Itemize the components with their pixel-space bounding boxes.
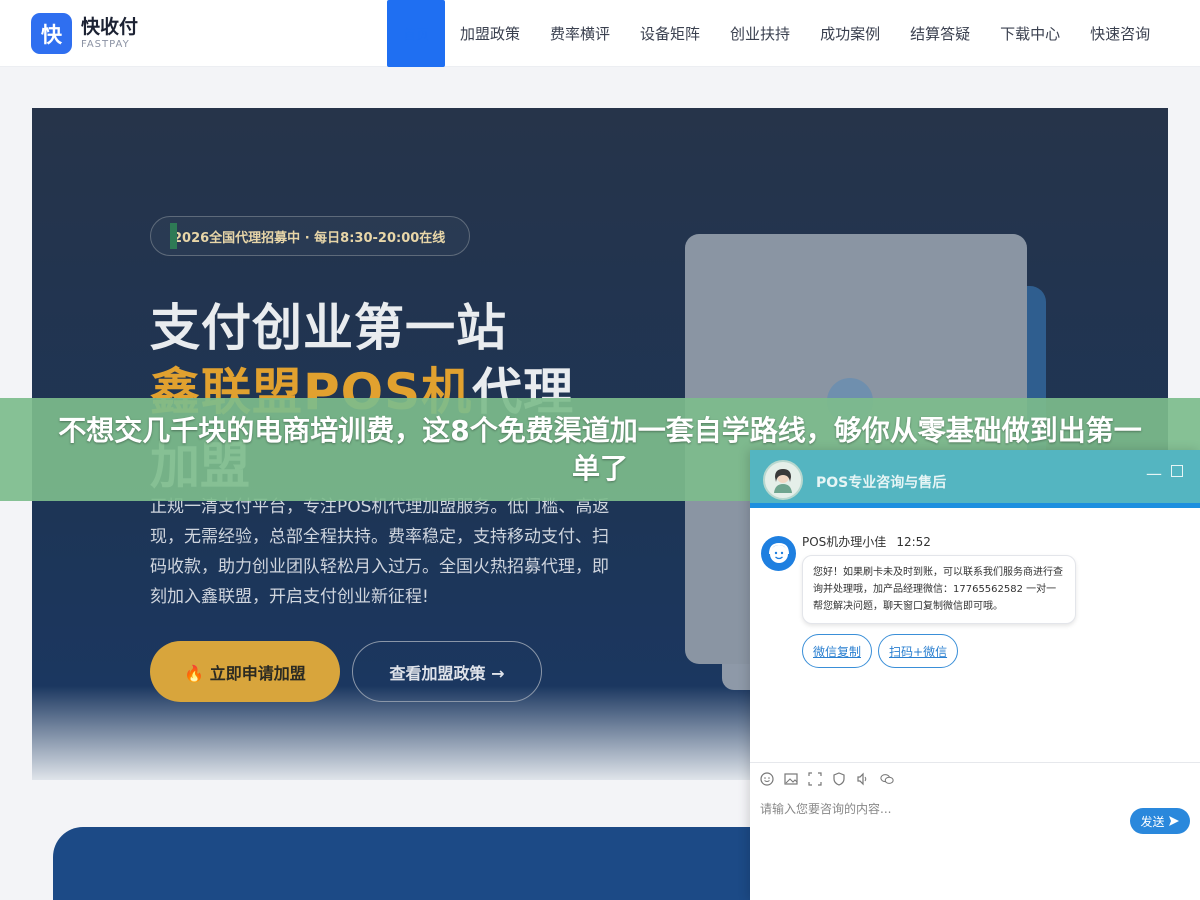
site-logo[interactable]: 快 快收付 FASTPAY — [31, 13, 138, 54]
wechat-icon[interactable] — [880, 772, 894, 786]
logo-name: 快收付 — [81, 15, 139, 38]
nav-franchise-policy[interactable]: 加盟政策 — [445, 0, 535, 67]
send-button[interactable]: 发送 — [1130, 808, 1190, 834]
agent-meta: POS机办理小佳 12:52 — [802, 533, 931, 550]
logo-text: 快收付 FASTPAY — [81, 15, 139, 50]
hero-description: 正规一清支付平台，专注POS机代理加盟服务。低门槛、高返现，无需经验，总部全程扶… — [150, 497, 610, 607]
emoji-icon[interactable] — [760, 771, 774, 786]
chat-header: POS专业咨询与售后 — — [750, 450, 1200, 508]
agent-message-bubble: 您好！如果刷卡未及时到账，可以联系我们服务商进行查询并处理哦，加产品经理微信：1… — [802, 555, 1076, 624]
message-time: 12:52 — [896, 535, 931, 549]
agent-avatar-icon — [761, 536, 796, 571]
image-icon[interactable] — [784, 772, 798, 786]
send-label: 发送 — [1140, 814, 1165, 829]
chat-title: POS专业咨询与售后 — [816, 475, 947, 491]
agent-name: POS机办理小佳 — [802, 535, 887, 549]
scan-wechat-button[interactable]: 扫码+微信 — [878, 634, 959, 668]
copy-wechat-button[interactable]: 微信复制 — [802, 634, 873, 668]
minimize-icon[interactable]: — — [1146, 464, 1162, 483]
screenshot-icon[interactable] — [808, 771, 822, 786]
sound-icon[interactable] — [856, 772, 870, 786]
nav-device-matrix[interactable]: 设备矩阵 — [625, 0, 715, 67]
logo-badge: 快 — [31, 13, 72, 54]
nav-rate-compare[interactable]: 费率横评 — [535, 0, 625, 67]
badge-dot-icon — [170, 223, 177, 249]
hero-recruit-badge: 2026全国代理招募中 · 每日8:30-20:00在线 — [150, 216, 471, 256]
send-arrow-icon — [1168, 816, 1179, 826]
chat-toolbar — [750, 762, 1200, 794]
nav-download-center[interactable]: 下载中心 — [985, 0, 1075, 67]
nav-settlement-faq[interactable]: 结算答疑 — [895, 0, 985, 67]
main-nav: 首页 加盟政策 费率横评 设备矩阵 创业扶持 成功案例 结算答疑 下载中心 快速… — [387, 0, 1165, 67]
quick-replies: 微信复制 扫码+微信 — [802, 634, 964, 668]
nav-startup-support[interactable]: 创业扶持 — [715, 0, 805, 67]
nav-success-cases[interactable]: 成功案例 — [805, 0, 895, 67]
next-section-card — [53, 827, 813, 900]
maximize-icon[interactable] — [1171, 465, 1183, 477]
hero-badge-text: 2026全国代理招募中 · 每日8:30-20:00在线 — [173, 230, 446, 246]
rating-icon[interactable] — [832, 771, 846, 786]
view-policy-button[interactable]: 查看加盟政策 → — [352, 641, 542, 702]
apply-franchise-button[interactable]: 🔥 立即申请加盟 — [150, 641, 340, 702]
hero-title-line1: 支付创业第一站 — [150, 299, 507, 357]
nav-home[interactable]: 首页 — [387, 0, 445, 67]
chat-widget: POS专业咨询与售后 — POS机办理小佳 12:52 您好！如果刷卡未及时到账，… — [750, 450, 1200, 900]
support-avatar-icon — [763, 460, 803, 500]
nav-quick-consult[interactable]: 快速咨询 — [1075, 0, 1165, 67]
chat-input[interactable]: 请输入您要咨询的内容... — [760, 800, 1120, 817]
logo-subtitle: FASTPAY — [81, 38, 130, 50]
site-header: 快 快收付 FASTPAY 首页 加盟政策 费率横评 设备矩阵 创业扶持 成功案… — [0, 0, 1200, 67]
